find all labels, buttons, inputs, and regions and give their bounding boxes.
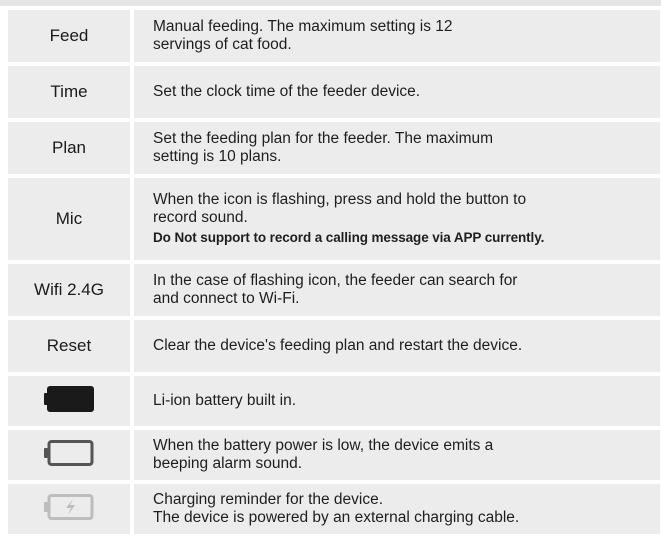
description-note: Do Not support to record a calling messa… bbox=[153, 230, 545, 245]
function-table-page: Feed Manual feeding. The maximum setting… bbox=[0, 0, 661, 537]
description-line: servings of cat food. bbox=[153, 36, 292, 53]
description-line: When the icon is flashing, press and hol… bbox=[153, 191, 527, 208]
row-description: When the icon is flashing, press and hol… bbox=[130, 178, 660, 260]
row-description: When the battery power is low, the devic… bbox=[130, 430, 660, 480]
battery-charging-icon bbox=[44, 493, 94, 525]
description-line: Set the feeding plan for the feeder. The… bbox=[153, 130, 494, 147]
function-table: Feed Manual feeding. The maximum setting… bbox=[8, 6, 660, 538]
row-label: Mic bbox=[8, 178, 130, 260]
description-line: setting is 10 plans. bbox=[153, 148, 282, 165]
description-line: When the battery power is low, the devic… bbox=[153, 437, 494, 454]
row-label: Feed bbox=[8, 10, 130, 62]
row-icon-cell bbox=[8, 430, 130, 480]
row-description: Manual feeding. The maximum setting is 1… bbox=[130, 10, 660, 62]
description-line: Li-ion battery built in. bbox=[153, 392, 297, 409]
table-row-battery-full: Li-ion battery built in. bbox=[8, 376, 660, 426]
table-row-battery-charging: Charging reminder for the device. The de… bbox=[8, 484, 660, 534]
description-line: Manual feeding. The maximum setting is 1… bbox=[153, 18, 453, 35]
description-line: Set the clock time of the feeder device. bbox=[153, 83, 421, 100]
row-icon-cell bbox=[8, 376, 130, 426]
row-description: Clear the device's feeding plan and rest… bbox=[130, 320, 660, 372]
description-line: In the case of flashing icon, the feeder… bbox=[153, 272, 518, 289]
row-label: Reset bbox=[8, 320, 130, 372]
table-row-battery-low: When the battery power is low, the devic… bbox=[8, 430, 660, 480]
description-line: Clear the device's feeding plan and rest… bbox=[153, 337, 523, 354]
table-row-wifi: Wifi 2.4G In the case of flashing icon, … bbox=[8, 264, 660, 316]
row-label: Wifi 2.4G bbox=[8, 264, 130, 316]
table-row-plan: Plan Set the feeding plan for the feeder… bbox=[8, 122, 660, 174]
table-row-time: Time Set the clock time of the feeder de… bbox=[8, 66, 660, 118]
description-line: The device is powered by an external cha… bbox=[153, 509, 520, 526]
description-line: beeping alarm sound. bbox=[153, 455, 303, 472]
table-row-mic: Mic When the icon is flashing, press and… bbox=[8, 178, 660, 260]
row-label: Time bbox=[8, 66, 130, 118]
description-line: and connect to Wi-Fi. bbox=[153, 290, 300, 307]
row-description: Set the clock time of the feeder device. bbox=[130, 66, 660, 118]
table-row-feed: Feed Manual feeding. The maximum setting… bbox=[8, 10, 660, 62]
row-description: Set the feeding plan for the feeder. The… bbox=[130, 122, 660, 174]
description-line: Charging reminder for the device. bbox=[153, 491, 384, 508]
row-label: Plan bbox=[8, 122, 130, 174]
row-icon-cell bbox=[8, 484, 130, 534]
table-row-reset: Reset Clear the device's feeding plan an… bbox=[8, 320, 660, 372]
battery-empty-icon bbox=[44, 439, 94, 471]
battery-full-icon bbox=[44, 385, 94, 417]
row-description: Li-ion battery built in. bbox=[130, 376, 660, 426]
description-line: record sound. bbox=[153, 209, 248, 226]
row-description: Charging reminder for the device. The de… bbox=[130, 484, 660, 534]
row-description: In the case of flashing icon, the feeder… bbox=[130, 264, 660, 316]
